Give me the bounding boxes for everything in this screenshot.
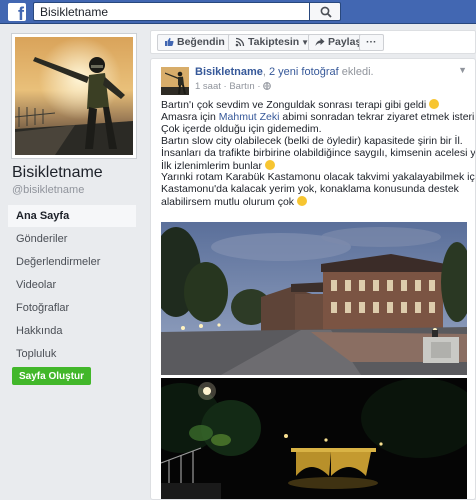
smile-emoji-icon: [296, 196, 307, 207]
page-nav: Ana Sayfa Gönderiler Değerlendirmeler Vi…: [8, 205, 136, 366]
nav-item-photos[interactable]: Fotoğraflar: [8, 297, 136, 319]
nav-item-about[interactable]: Hakkında: [8, 320, 136, 342]
smile-emoji-icon: [429, 99, 440, 109]
search-icon: [320, 6, 332, 18]
facebook-logo-icon[interactable]: f: [8, 3, 26, 23]
nav-item-reviews[interactable]: Değerlendirmeler: [8, 251, 136, 273]
post-meta: 1 saat · Bartın ·: [195, 81, 271, 92]
post-author-avatar[interactable]: [161, 67, 189, 95]
post-timestamp[interactable]: 1 saat: [195, 81, 221, 92]
profile-picture[interactable]: [12, 34, 136, 158]
cyclist-silhouette-image: [15, 37, 133, 155]
page-handle: @bisikletname: [12, 184, 85, 196]
smile-emoji-icon: [264, 159, 275, 170]
more-options-button[interactable]: ···: [359, 34, 384, 51]
post-card: Bisikletname, 2 yeni fotoğraf ekledi. 1 …: [150, 58, 476, 500]
page-name[interactable]: Bisikletname: [12, 164, 103, 182]
top-bar: f: [0, 0, 476, 24]
nav-item-community[interactable]: Topluluk: [8, 343, 136, 365]
page-action-bar: Beğendin▼ Takiptesin▼ Paylaş ···: [150, 30, 476, 54]
avatar-image: [161, 67, 189, 95]
post-photo-bridge[interactable]: [161, 378, 467, 499]
globe-icon: [263, 82, 271, 90]
search-input[interactable]: [33, 2, 309, 21]
street-photo-image: [161, 222, 467, 375]
thumbs-up-icon: [165, 38, 174, 47]
left-column: Bisikletname @bisikletname Ana Sayfa Gön…: [0, 24, 144, 500]
share-arrow-icon: [315, 38, 325, 47]
create-page-button[interactable]: Sayfa Oluştur: [12, 367, 92, 385]
post-body: Bartın'ı çok sevdim ve Zonguldak sonrası…: [161, 99, 476, 209]
new-photos-link[interactable]: 2 yeni fotoğraf: [269, 66, 339, 78]
nav-item-home[interactable]: Ana Sayfa: [8, 205, 136, 227]
post-header: Bisikletname, 2 yeni fotoğraf ekledi.: [195, 66, 374, 78]
nav-item-posts[interactable]: Gönderiler: [8, 228, 136, 250]
post-location[interactable]: Bartın: [229, 81, 254, 92]
post-photo-street[interactable]: [161, 222, 467, 375]
night-bridge-photo-image: [161, 378, 467, 499]
follow-button[interactable]: Takiptesin ▼: [228, 34, 317, 51]
post-options-chevron-icon[interactable]: ▼: [458, 65, 467, 75]
search-button[interactable]: [309, 2, 341, 21]
post-author-link[interactable]: Bisikletname: [195, 66, 263, 78]
rss-follow-icon: [235, 38, 245, 47]
mention-link[interactable]: Mahmut Zeki: [219, 111, 280, 123]
nav-item-videos[interactable]: Videolar: [8, 274, 136, 296]
